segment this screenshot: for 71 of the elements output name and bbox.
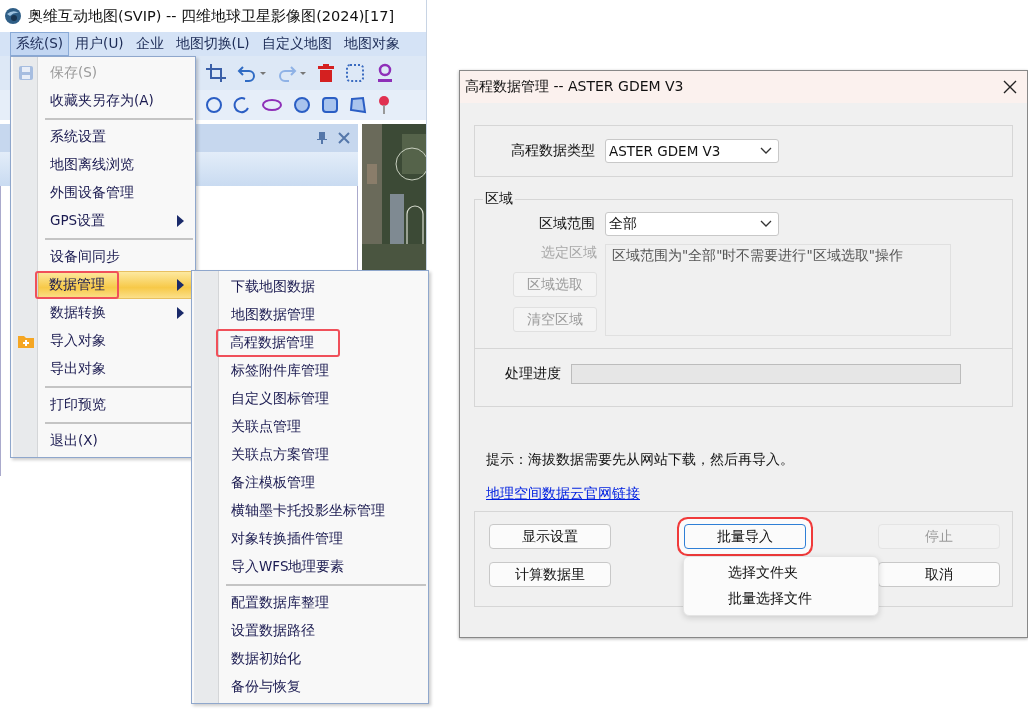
menu-item[interactable]: 地图数据管理 [219,301,426,329]
undo-icon[interactable] [237,63,267,83]
menu-item[interactable]: 地图离线浏览 [38,151,193,179]
menu-item[interactable]: 备注模板管理 [219,469,426,497]
group-legend: 区域 [483,190,515,208]
menu-item[interactable]: 导入对象 [38,327,193,355]
menu-item[interactable]: 导入WFS地理要素 [219,553,426,581]
field-label: 处理进度 [505,365,561,383]
delete-icon[interactable] [317,63,335,83]
filled-square-icon[interactable] [321,96,339,114]
menu-item[interactable]: 标签附件库管理 [219,357,426,385]
menu-item[interactable]: 选择文件夹 [684,560,878,586]
window-title: 奥维互动地图(SVIP) -- 四维地球卫星影像图(2024)[17] [28,6,395,26]
menu-item[interactable]: 系统(S) [10,32,70,56]
location-pin-icon[interactable] [375,63,395,83]
menu-item[interactable]: 数据初始化 [219,645,426,673]
menu-item[interactable]: 备份与恢复 [219,673,426,701]
menu-item[interactable]: 数据转换 [38,299,193,327]
polygon-icon[interactable] [349,96,367,114]
submenu-arrow-icon [177,307,184,319]
menu-item[interactable]: 收藏夹另存为(A) [38,87,193,115]
menu-item[interactable]: 系统设置 [38,123,193,151]
field-label: 高程数据类型 [510,142,595,160]
menu-item[interactable]: 企业 [129,32,170,56]
menu-item[interactable]: 自定义图标管理 [219,385,426,413]
menu-item[interactable]: 退出(X) [38,427,193,455]
menu-item[interactable]: 地图对象 [337,32,406,56]
ellipse-icon[interactable] [261,96,283,114]
crop-icon[interactable] [205,63,227,83]
menu-item[interactable]: 设置数据路径 [219,617,426,645]
menu-item[interactable]: 用户(U) [69,32,130,56]
folder-icon [16,333,35,349]
chevron-down-icon [760,220,772,228]
submenu-arrow-icon [177,215,184,227]
menu-item[interactable]: 批量选择文件 [684,586,878,612]
menu-item[interactable]: 下载地图数据 [219,273,426,301]
menu-item[interactable]: 导出对象 [38,355,193,383]
map-pin-icon[interactable] [377,95,391,115]
chevron-down-icon [760,147,772,155]
dropdown[interactable]: ASTER GDEM V3 [605,139,779,163]
pin-icon[interactable] [316,131,328,145]
area-text-box: 区域范围为"全部"时不需要进行"区域选取"操作 [605,244,951,336]
hint-text: 提示：海拔数据需要先从网站下载，然后再导入。 [485,451,795,469]
field-label: 选定区域 [541,244,597,262]
menu-item[interactable]: 数据管理 [38,271,193,299]
dialog-button[interactable]: 显示设置 [489,524,611,549]
dialog-title: 高程数据管理 -- ASTER GDEM V3 [465,78,684,96]
arc-icon[interactable] [233,96,251,114]
circle-icon[interactable] [205,96,223,114]
dialog-button[interactable]: 取消 [878,562,1000,587]
menu-item[interactable]: GPS设置 [38,207,193,235]
submenu-arrow-icon [177,279,184,291]
close-icon[interactable] [1003,80,1017,94]
globe-logo-icon [4,7,22,25]
menu-item[interactable]: 自定义地图 [255,32,338,56]
menu-item[interactable]: 对象转换插件管理 [219,525,426,553]
field-label: 区域范围 [538,215,595,233]
menu-item[interactable]: 打印预览 [38,391,193,419]
menu-item[interactable]: 关联点方案管理 [219,441,426,469]
menu-item[interactable]: 关联点管理 [219,413,426,441]
dialog-button[interactable]: 计算数据里 [489,562,611,587]
website-link[interactable]: 地理空间数据云官网链接 [486,485,640,503]
menu-item[interactable]: 外围设备管理 [38,179,193,207]
menu-item[interactable]: 地图切换(L) [169,32,256,56]
menu-item[interactable]: 设备间同步 [38,243,193,271]
dropdown[interactable]: 全部 [605,212,779,236]
menu-item[interactable]: 配置数据库整理 [219,589,426,617]
filled-circle-icon[interactable] [293,96,311,114]
menu-item[interactable]: 横轴墨卡托投影坐标管理 [219,497,426,525]
dashed-square-icon[interactable] [345,63,365,83]
save-icon [17,65,34,81]
